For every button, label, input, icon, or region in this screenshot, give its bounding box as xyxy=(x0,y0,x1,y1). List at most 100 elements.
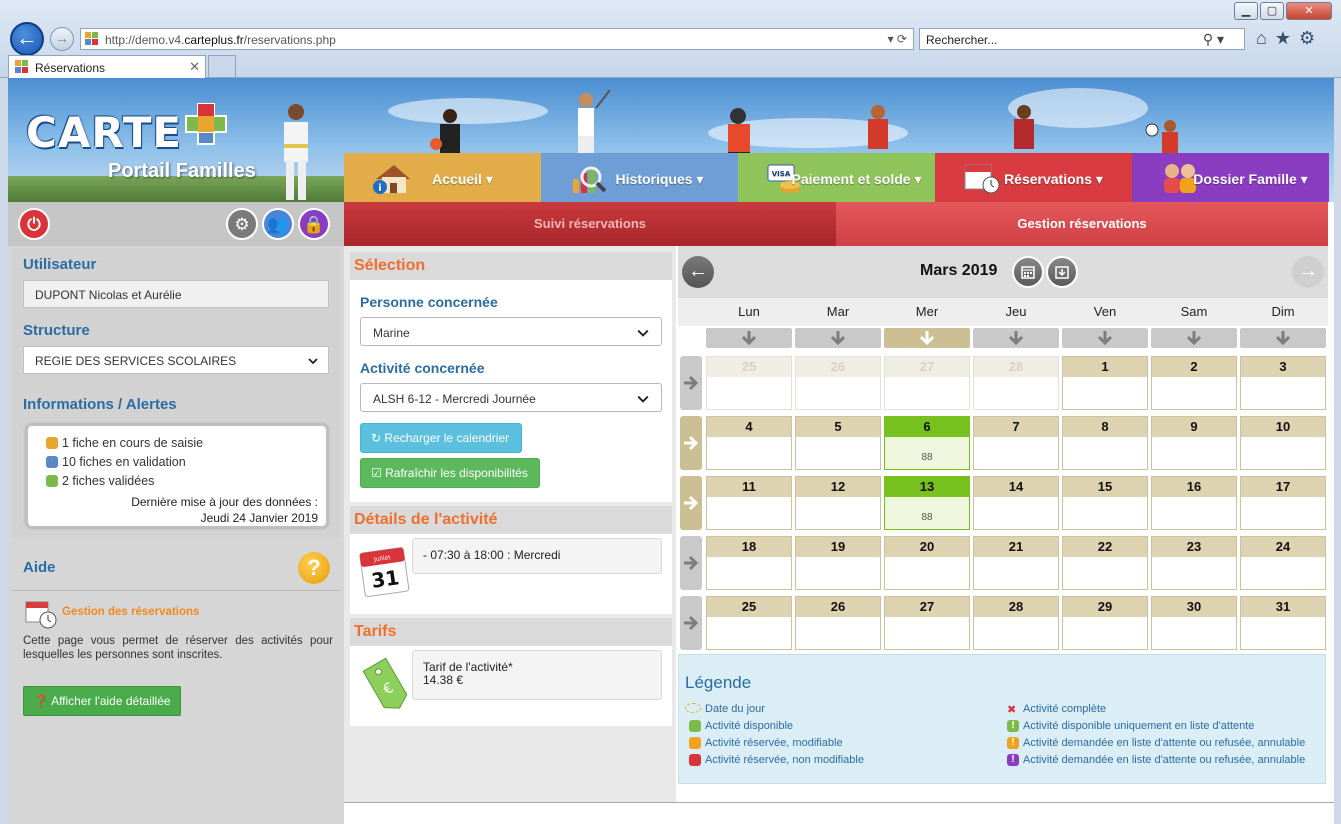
tab-close-icon[interactable]: ✕ xyxy=(189,59,200,75)
select-column-arrow-icon[interactable] xyxy=(1062,328,1148,348)
refresh-icon[interactable]: ▾ ⟳ xyxy=(888,32,907,46)
calendar-column: ← Mars 2019 → Lun Mar Mer Jeu Ven Sam Dim 25 26… xyxy=(678,246,1328,802)
close-window-button[interactable]: ✕ xyxy=(1286,2,1332,20)
previous-month-button[interactable]: ← xyxy=(682,256,714,288)
calendar-day-cell[interactable]: 2 xyxy=(1151,356,1237,410)
calendar-day-cell[interactable]: 26 xyxy=(795,356,881,410)
new-tab-button[interactable] xyxy=(208,55,236,77)
tab-gestion-reservations[interactable]: Gestion réservations xyxy=(836,202,1328,246)
family-members-icon[interactable]: 👥 xyxy=(262,208,294,240)
nav-tab-paiement[interactable]: VISA Paiement et solde ▾ xyxy=(738,153,935,202)
day-number: 26 xyxy=(796,597,880,617)
nav-tab-reservations[interactable]: Réservations ▾ xyxy=(935,153,1132,202)
settings-gear-icon[interactable]: ⚙ xyxy=(1299,28,1323,48)
calendar-day-cell[interactable]: 21 xyxy=(973,536,1059,590)
lock-icon[interactable]: 🔒 xyxy=(298,208,330,240)
calendar-day-cell[interactable]: 3 xyxy=(1240,356,1326,410)
refresh-availability-button[interactable]: ☑ Rafraîchir les disponibilités xyxy=(360,458,540,488)
select-column-arrow-icon[interactable] xyxy=(706,328,792,348)
calendar-day-cell[interactable]: 15 xyxy=(1062,476,1148,530)
select-week-arrow-icon[interactable] xyxy=(680,536,702,590)
search-input[interactable]: Rechercher... xyxy=(926,33,997,47)
select-column-arrow-icon[interactable] xyxy=(884,328,970,348)
nav-tab-accueil[interactable]: i Accueil ▾ xyxy=(344,153,541,202)
settings-gear-icon[interactable]: ⚙ xyxy=(226,208,258,240)
select-week-arrow-icon[interactable] xyxy=(680,416,702,470)
nav-tab-dossier-famille[interactable]: Dossier Famille ▾ xyxy=(1132,153,1329,202)
calendar-day-cell[interactable]: 13 88 xyxy=(884,476,970,530)
calendar-day-cell[interactable]: 7 xyxy=(973,416,1059,470)
favorites-icon[interactable]: ★ xyxy=(1275,28,1299,48)
calendar-day-cell[interactable]: 25 xyxy=(706,596,792,650)
calendar-day-cell[interactable]: 17 xyxy=(1240,476,1326,530)
calendar-day-cell[interactable]: 10 xyxy=(1240,416,1326,470)
select-week-arrow-icon[interactable] xyxy=(680,476,702,530)
maximize-button[interactable]: ▢ xyxy=(1260,2,1284,20)
search-bar[interactable]: Rechercher... ⚲ ▾ xyxy=(919,28,1245,50)
day-number: 14 xyxy=(974,477,1058,497)
personne-select[interactable]: Marine xyxy=(360,317,662,346)
day-number: 19 xyxy=(796,537,880,557)
activite-select[interactable]: ALSH 6-12 - Mercredi Journée xyxy=(360,383,662,412)
nav-label-historiques: Historiques ▾ xyxy=(615,171,704,187)
select-column-arrow-icon[interactable] xyxy=(973,328,1059,348)
help-question-icon[interactable]: ? xyxy=(298,552,330,584)
calendar-day-cell[interactable]: 8 xyxy=(1062,416,1148,470)
forward-button[interactable]: → xyxy=(50,27,74,51)
calendar-day-cell[interactable]: 6 88 xyxy=(884,416,970,470)
home-icon[interactable]: ⌂ xyxy=(1256,28,1275,48)
calendar-day-cell[interactable]: 27 xyxy=(884,596,970,650)
calendar-day-cell[interactable]: 1 xyxy=(1062,356,1148,410)
back-button[interactable]: ← xyxy=(10,22,44,56)
calendar-day-cell[interactable]: 9 xyxy=(1151,416,1237,470)
calendar-day-cell[interactable]: 4 xyxy=(706,416,792,470)
show-help-button[interactable]: ❓ Afficher l'aide détaillée xyxy=(23,686,181,716)
calendar-day-cell[interactable]: 20 xyxy=(884,536,970,590)
calendar-day-cell[interactable]: 25 xyxy=(706,356,792,410)
activity-schedule: - 07:30 à 18:00 : Mercredi xyxy=(412,538,662,574)
tarifs-title: Tarifs xyxy=(350,618,672,646)
calendar-day-cell[interactable]: 16 xyxy=(1151,476,1237,530)
search-icon[interactable]: ⚲ ▾ xyxy=(1203,31,1224,48)
tab-suivi-reservations[interactable]: Suivi réservations xyxy=(344,202,836,246)
calendar-day-cell[interactable]: 29 xyxy=(1062,596,1148,650)
select-week-arrow-icon[interactable] xyxy=(680,596,702,650)
calendar-download-icon[interactable] xyxy=(1046,256,1078,288)
status-box-icon xyxy=(689,720,701,732)
power-logout-icon[interactable]: ⏻ xyxy=(18,208,50,240)
calendar-day-cell[interactable]: 18 xyxy=(706,536,792,590)
calendar-day-cell[interactable]: 11 xyxy=(706,476,792,530)
select-week-arrow-icon[interactable] xyxy=(680,356,702,410)
calendar-day-cell[interactable]: 24 xyxy=(1240,536,1326,590)
calendar-day-cell[interactable]: 23 xyxy=(1151,536,1237,590)
calendar-day-cell[interactable]: 28 xyxy=(973,356,1059,410)
utilisateur-field: DUPONT Nicolas et Aurélie xyxy=(23,280,329,308)
nav-tab-historiques[interactable]: Historiques ▾ xyxy=(541,153,738,202)
select-column-arrow-icon[interactable] xyxy=(795,328,881,348)
browser-tab[interactable]: Réservations ✕ xyxy=(8,55,206,78)
calendar-day-cell[interactable]: 14 xyxy=(973,476,1059,530)
next-month-button[interactable]: → xyxy=(1292,256,1324,288)
select-column-arrow-icon[interactable] xyxy=(1151,328,1237,348)
calendar-day-cell[interactable]: 19 xyxy=(795,536,881,590)
calendar-day-cell[interactable]: 30 xyxy=(1151,596,1237,650)
minimize-button[interactable]: ▁ xyxy=(1234,2,1258,20)
calendar-day-cell[interactable]: 31 xyxy=(1240,596,1326,650)
calendar-day-cell[interactable]: 22 xyxy=(1062,536,1148,590)
status-dot-orange xyxy=(46,437,58,449)
weekday-label: Dim xyxy=(1271,304,1295,319)
select-column-arrow-icon[interactable] xyxy=(1240,328,1326,348)
calendar-view-icon[interactable] xyxy=(1012,256,1044,288)
reload-calendar-button[interactable]: ↻ Recharger le calendrier xyxy=(360,423,522,453)
weekday-label: Ven xyxy=(1093,304,1117,319)
calendar-day-cell[interactable]: 5 xyxy=(795,416,881,470)
structure-select[interactable]: REGIE DES SERVICES SCOLAIRES xyxy=(23,346,329,374)
calendar-day-cell[interactable]: 28 xyxy=(973,596,1059,650)
browser-chrome: ▁ ▢ ✕ ← → http://demo.v4.carteplus.fr/re… xyxy=(0,0,1341,78)
calendar-day-cell[interactable]: 26 xyxy=(795,596,881,650)
activite-label: Activité concernée xyxy=(360,360,485,376)
calendar-day-cell[interactable]: 27 xyxy=(884,356,970,410)
address-bar[interactable]: http://demo.v4.carteplus.fr/reservations… xyxy=(80,28,914,50)
day-number: 22 xyxy=(1063,537,1147,557)
calendar-day-cell[interactable]: 12 xyxy=(795,476,881,530)
